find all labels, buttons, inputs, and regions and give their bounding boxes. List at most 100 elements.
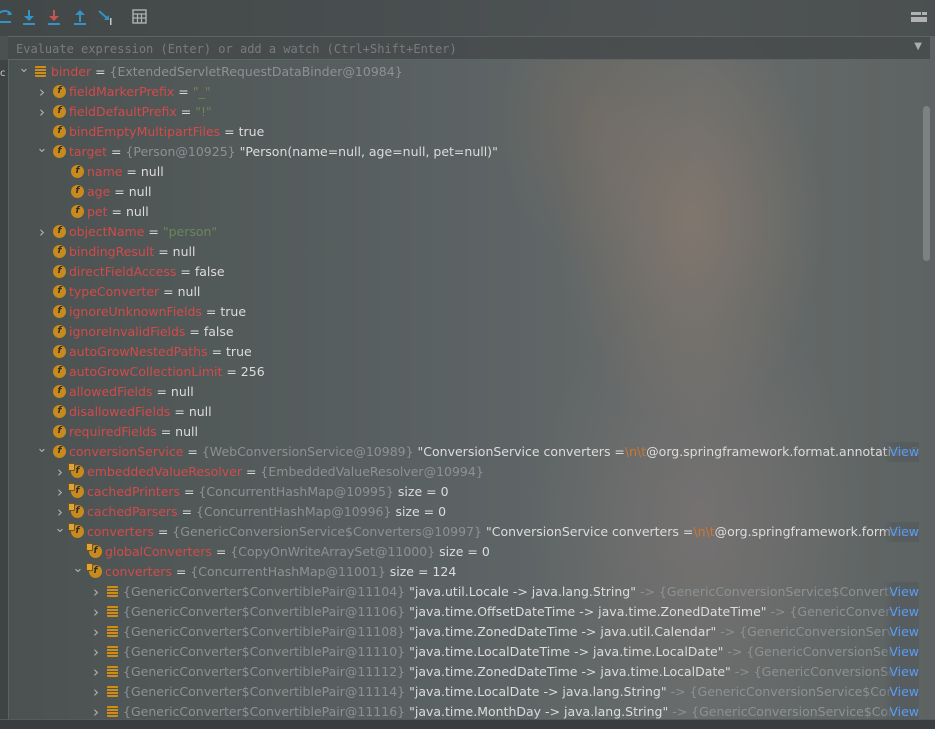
tree-row[interactable]: › {GenericConverter$ConvertiblePair@11104… <box>9 582 919 602</box>
step-over-icon[interactable] <box>0 8 14 26</box>
variable-value: null <box>175 424 198 439</box>
view-link[interactable]: View <box>883 582 919 602</box>
tree-row[interactable]: f pet = null <box>9 202 919 222</box>
collapse-arrow-icon[interactable]: ⌄ <box>17 62 31 76</box>
tree-row[interactable]: › {GenericConverter$ConvertiblePair@11108… <box>9 622 919 642</box>
collapse-arrow-icon[interactable]: ⌄ <box>53 522 67 536</box>
tree-row[interactable]: f requiredFields = null <box>9 422 919 442</box>
equals-sign: = <box>152 384 171 399</box>
variable-name: converters <box>87 524 154 539</box>
tree-row[interactable]: ⌄ f target = {Person@10925} "Person(name=n… <box>9 142 919 162</box>
variable-value: size = 0 <box>397 484 449 499</box>
expand-arrow-icon[interactable]: › <box>35 82 49 102</box>
view-link[interactable]: View <box>883 642 919 662</box>
tree-row[interactable]: › f fieldDefaultPrefix = "!" <box>9 102 919 122</box>
object-reference: {GenericConverter$ConvertiblePair@11104} <box>123 584 406 599</box>
view-link[interactable]: View <box>883 662 919 682</box>
tree-row[interactable]: f bindEmptyMultipartFiles = true <box>9 122 919 142</box>
tree-row[interactable]: › {GenericConverter$ConvertiblePair@11112… <box>9 662 919 682</box>
tree-row[interactable]: › {GenericConverter$ConvertiblePair@11106… <box>9 602 919 622</box>
equals-sign: = <box>154 244 173 259</box>
tree-row[interactable]: ⌄ f converters = {ConcurrentHashMap@11001}… <box>9 562 919 582</box>
view-link[interactable]: View <box>883 442 919 462</box>
equals-sign: = <box>122 164 141 179</box>
expand-arrow-icon[interactable]: › <box>89 662 103 682</box>
expand-arrow-icon[interactable]: › <box>53 482 67 502</box>
tree-row[interactable]: › f cachedPrinters = {ConcurrentHashMap@10… <box>9 482 919 502</box>
tree-row[interactable]: f allowedFields = null <box>9 382 919 402</box>
expand-arrow-icon[interactable]: › <box>89 582 103 602</box>
tree-row[interactable]: ⌄ binder = {ExtendedServletRequestDataBin… <box>9 62 919 82</box>
expand-arrow-icon[interactable]: › <box>53 462 67 482</box>
variable-name: fieldMarkerPrefix <box>69 84 175 99</box>
tree-row[interactable]: ⌄ f conversionService = {WebConversionServ… <box>9 442 919 462</box>
variable-value: 256 <box>240 364 265 379</box>
tree-row[interactable]: f bindingResult = null <box>9 242 919 262</box>
string-value: "person" <box>162 224 218 239</box>
equals-sign: = <box>185 324 204 339</box>
tree-row[interactable]: › f fieldMarkerPrefix = "_" <box>9 82 919 102</box>
expand-arrow-icon[interactable]: › <box>89 602 103 622</box>
tree-row[interactable]: f directFieldAccess = false <box>9 262 919 282</box>
tree-row[interactable]: f ignoreUnknownFields = true <box>9 302 919 322</box>
tree-row[interactable]: › {GenericConverter$ConvertiblePair@11114… <box>9 682 919 702</box>
variable-name: name <box>87 164 123 179</box>
tree-row[interactable]: f autoGrowCollectionLimit = 256 <box>9 362 919 382</box>
equals-sign: = <box>177 504 197 519</box>
variable-name: age <box>87 184 111 199</box>
variable-value: null <box>125 204 149 219</box>
equals-sign: = <box>176 104 196 119</box>
expand-arrow-icon[interactable]: › <box>35 222 49 242</box>
view-link[interactable]: View <box>883 522 919 542</box>
run-to-cursor-icon[interactable] <box>97 8 115 26</box>
step-into-icon[interactable] <box>20 8 38 26</box>
expand-arrow-icon[interactable]: › <box>89 642 103 662</box>
variable-name: autoGrowNestedPaths <box>69 344 208 359</box>
vertical-scrollbar[interactable] <box>922 62 932 702</box>
expand-arrow-icon[interactable]: › <box>89 702 103 719</box>
tree-row[interactable]: f name = null <box>9 162 919 182</box>
variable-value: "java.util.Locale -> java.lang.String" <box>409 584 636 599</box>
view-link[interactable]: View <box>883 702 919 719</box>
collapse-arrow-icon[interactable]: ⌄ <box>35 442 49 456</box>
variable-value: size = 0 <box>439 544 490 559</box>
evaluate-expression-input[interactable] <box>14 39 894 58</box>
collapse-arrow-icon[interactable]: ⌄ <box>35 142 49 156</box>
tree-row[interactable]: f ignoreInvalidFields = false <box>9 322 919 342</box>
step-out-icon[interactable] <box>71 8 89 26</box>
tree-row[interactable]: ⌄ f converters = {GenericConversionService… <box>9 522 919 542</box>
tree-row[interactable]: f typeConverter = null <box>9 282 919 302</box>
tree-row[interactable]: f globalConverters = {CopyOnWriteArraySet… <box>9 542 919 562</box>
tree-row[interactable]: f age = null <box>9 182 919 202</box>
history-dropdown-icon[interactable]: ▼ <box>914 41 922 52</box>
tree-row[interactable]: f autoGrowNestedPaths = true <box>9 342 919 362</box>
restore-layout-icon[interactable] <box>910 8 928 26</box>
view-link[interactable]: View <box>883 602 919 622</box>
equals-sign: = <box>171 564 191 579</box>
variable-value: true <box>220 304 247 319</box>
variable-value: null <box>140 164 164 179</box>
collection-entry-icon <box>107 646 118 657</box>
view-link[interactable]: View <box>883 682 919 702</box>
tree-row[interactable]: › {GenericConverter$ConvertiblePair@11110… <box>9 642 919 662</box>
tree-row[interactable]: › f embeddedValueResolver = {EmbeddedValue… <box>9 462 919 482</box>
scrollbar-thumb[interactable] <box>923 106 930 261</box>
tree-row[interactable]: › f cachedParsers = {ConcurrentHashMap@109… <box>9 502 919 522</box>
expand-arrow-icon[interactable]: › <box>53 502 67 522</box>
force-step-into-icon[interactable] <box>45 8 63 26</box>
object-reference: {GenericConverter$ConvertiblePair@11106} <box>123 604 406 619</box>
expand-arrow-icon[interactable]: › <box>89 622 103 642</box>
expand-arrow-icon[interactable]: › <box>89 682 103 702</box>
expand-arrow-icon[interactable]: › <box>35 102 49 122</box>
evaluate-expression-icon[interactable] <box>131 8 149 26</box>
tree-row[interactable]: › f objectName = "person" <box>9 222 919 242</box>
equals-sign: = <box>91 64 110 79</box>
variable-value: false <box>203 324 234 339</box>
collapse-arrow-icon[interactable]: ⌄ <box>71 562 85 576</box>
tree-row[interactable]: › {GenericConverter$ConvertiblePair@11116… <box>9 702 919 719</box>
object-reference: {GenericConverter$ConvertiblePair@11116} <box>123 704 406 719</box>
view-link[interactable]: View <box>883 622 919 642</box>
object-reference: {GenericConverter$ConvertiblePair@11114} <box>123 684 406 699</box>
tree-row[interactable]: f disallowedFields = null <box>9 402 919 422</box>
collection-entry-icon <box>107 626 118 637</box>
